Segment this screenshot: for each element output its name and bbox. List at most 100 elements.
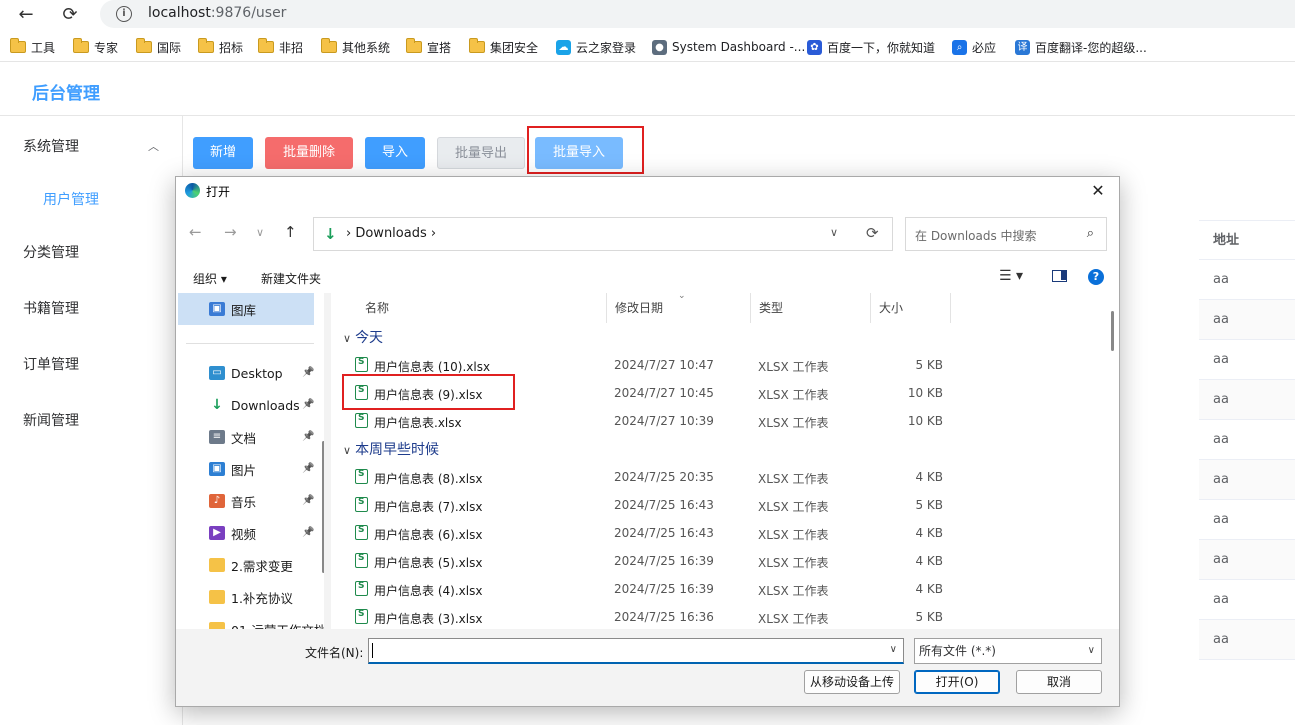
file-row[interactable]: 用户信息表 (6).xlsx 2024/7/25 16:43 XLSX 工作表 4 K…: [331, 519, 1106, 547]
sidebar-item-books[interactable]: 书籍管理: [23, 298, 79, 318]
batch-delete-button[interactable]: 批量删除: [265, 137, 353, 169]
chevron-down-icon[interactable]: ∨: [343, 444, 351, 457]
reload-icon[interactable]: ⟳: [56, 2, 84, 28]
folder-icon: [10, 38, 26, 53]
column-header-size[interactable]: 大小: [871, 293, 951, 323]
path-segment[interactable]: Downloads: [355, 226, 426, 241]
nav-item[interactable]: ▭ Desktop: [209, 362, 283, 384]
edge-browser-icon: [185, 183, 200, 198]
file-size: 5 KB: [915, 498, 943, 512]
recent-locations-icon[interactable]: ∨: [256, 226, 264, 239]
video-icon: ▶: [209, 526, 225, 540]
nav-item[interactable]: ▣ 图片: [209, 458, 256, 480]
up-arrow-icon[interactable]: ↑: [284, 223, 297, 241]
nav-divider: [186, 343, 314, 344]
bookmark-item[interactable]: 集团安全: [469, 38, 538, 56]
filename-field[interactable]: ∨: [368, 638, 904, 664]
bookmark-item[interactable]: 国际: [136, 38, 181, 56]
file-row[interactable]: 用户信息表 (8).xlsx 2024/7/25 20:35 XLSX 工作表 4 K…: [331, 463, 1106, 491]
column-header-type[interactable]: 类型: [751, 293, 871, 323]
file-row[interactable]: 用户信息表 (5).xlsx 2024/7/25 16:39 XLSX 工作表 4 K…: [331, 547, 1106, 575]
search-input[interactable]: 在 Downloads 中搜索 ⌕: [905, 217, 1107, 251]
bookmark-item[interactable]: 招标: [198, 38, 243, 56]
import-button[interactable]: 导入: [365, 137, 425, 169]
chevron-down-icon[interactable]: ∨: [343, 332, 351, 345]
sidebar-item-news[interactable]: 新闻管理: [23, 410, 79, 430]
file-date: 2024/7/27 10:47: [614, 358, 714, 372]
file-row[interactable]: 用户信息表 (4).xlsx 2024/7/25 16:39 XLSX 工作表 4 K…: [331, 575, 1106, 603]
nav-item[interactable]: 2.需求变更: [209, 554, 293, 576]
sidebar-item-category[interactable]: 分类管理: [23, 242, 79, 262]
file-date: 2024/7/25 16:36: [614, 610, 714, 624]
nav-item[interactable]: ▣ 图库: [178, 293, 314, 325]
dialog-toolbar: 组织 ▾ 新建文件夹 ☰ ▾ ?: [176, 261, 1119, 293]
bookmark-item[interactable]: 译百度翻译-您的超级...: [1015, 38, 1147, 56]
table-cell-address: aa: [1199, 380, 1295, 420]
file-list-scrollbar[interactable]: [1111, 311, 1114, 351]
file-row[interactable]: 用户信息表.xlsx 2024/7/27 10:39 XLSX 工作表 10 KB: [331, 407, 1106, 435]
bookmark-item[interactable]: 宣搭: [406, 38, 451, 56]
back-arrow-icon[interactable]: ←: [189, 223, 202, 241]
close-icon[interactable]: ✕: [1083, 178, 1113, 204]
path-bar[interactable]: ↓ › Downloads › ∨ ⟳: [313, 217, 893, 251]
bookmark-item[interactable]: ● System Dashboard -...: [652, 38, 805, 56]
nav-scrollbar[interactable]: [322, 441, 324, 573]
nav-item[interactable]: ≡ 文档: [209, 426, 256, 448]
bookmark-item[interactable]: ✿ 百度一下，你就知道: [807, 38, 935, 56]
filetype-select[interactable]: 所有文件 (*.*) ∨: [914, 638, 1102, 664]
file-type: XLSX 工作表: [758, 584, 829, 598]
preview-pane-icon[interactable]: [1052, 270, 1067, 282]
help-icon[interactable]: ?: [1088, 269, 1104, 285]
bookmark-label: 国际: [157, 40, 182, 55]
folder-icon: [73, 38, 89, 53]
cancel-button[interactable]: 取消: [1016, 670, 1102, 694]
file-date: 2024/7/25 16:43: [614, 498, 714, 512]
chevron-up-icon[interactable]: ︿: [148, 138, 159, 154]
forward-arrow-icon[interactable]: →: [224, 223, 237, 241]
table-cell-address: aa: [1199, 540, 1295, 580]
file-row[interactable]: 用户信息表 (7).xlsx 2024/7/25 16:43 XLSX 工作表 5 K…: [331, 491, 1106, 519]
sidebar-item-users[interactable]: 用户管理: [43, 189, 99, 209]
bookmark-item[interactable]: 其他系统: [321, 38, 390, 56]
bookmark-item[interactable]: 非招: [258, 38, 303, 56]
open-button[interactable]: 打开(O): [914, 670, 1000, 694]
url-field[interactable]: i localhost:9876/user: [100, 0, 1295, 28]
file-name: 用户信息表 (10).xlsx: [374, 360, 491, 374]
nav-item[interactable]: ▶ 视频: [209, 522, 256, 544]
group-header[interactable]: ∨ 今天: [343, 327, 383, 347]
nav-item[interactable]: ↓ Downloads: [209, 394, 300, 416]
bookmark-item[interactable]: ☁ 云之家登录: [556, 38, 636, 56]
file-date: 2024/7/27 10:45: [614, 386, 714, 400]
nav-item[interactable]: 01-运营工作文档: [209, 618, 324, 629]
column-header-name[interactable]: 名称: [357, 293, 607, 323]
bookmark-item[interactable]: ⌕ 必应: [952, 38, 996, 56]
column-header-date[interactable]: 修改日期: [607, 293, 751, 323]
chevron-down-icon[interactable]: ∨: [830, 226, 838, 239]
bookmark-item[interactable]: 工具: [10, 38, 55, 56]
sidebar-item-system[interactable]: 系统管理: [23, 136, 79, 156]
pin-icon: 📌: [302, 495, 315, 506]
excel-file-icon: [355, 413, 368, 428]
batch-export-button[interactable]: 批量导出: [437, 137, 525, 169]
path-text[interactable]: › Downloads ›: [346, 226, 436, 241]
file-row[interactable]: 用户信息表 (3).xlsx 2024/7/25 16:36 XLSX 工作表 5 K…: [331, 603, 1106, 629]
new-folder-button[interactable]: 新建文件夹: [261, 270, 321, 287]
nav-item[interactable]: 1.补充协议: [209, 586, 293, 608]
table-cell-address: aa: [1199, 500, 1295, 540]
organize-button[interactable]: 组织 ▾: [193, 270, 227, 287]
add-button[interactable]: 新增: [193, 137, 253, 169]
group-header[interactable]: ∨ 本周早些时候: [343, 439, 439, 459]
sidebar-item-orders[interactable]: 订单管理: [23, 354, 79, 374]
upload-from-mobile-button[interactable]: 从移动设备上传: [804, 670, 900, 694]
chevron-down-icon[interactable]: ∨: [890, 644, 897, 655]
back-icon[interactable]: ←: [12, 2, 40, 28]
view-options-icon[interactable]: ☰ ▾: [999, 268, 1023, 284]
bookmark-item[interactable]: 专家: [73, 38, 118, 56]
refresh-icon[interactable]: ⟳: [866, 224, 879, 242]
excel-file-icon: [355, 497, 368, 512]
file-size: 10 KB: [907, 386, 943, 400]
chevron-down-icon[interactable]: ∨: [1088, 639, 1095, 663]
file-size: 4 KB: [915, 582, 943, 596]
nav-item[interactable]: ♪ 音乐: [209, 490, 256, 512]
site-info-icon[interactable]: i: [116, 6, 132, 22]
